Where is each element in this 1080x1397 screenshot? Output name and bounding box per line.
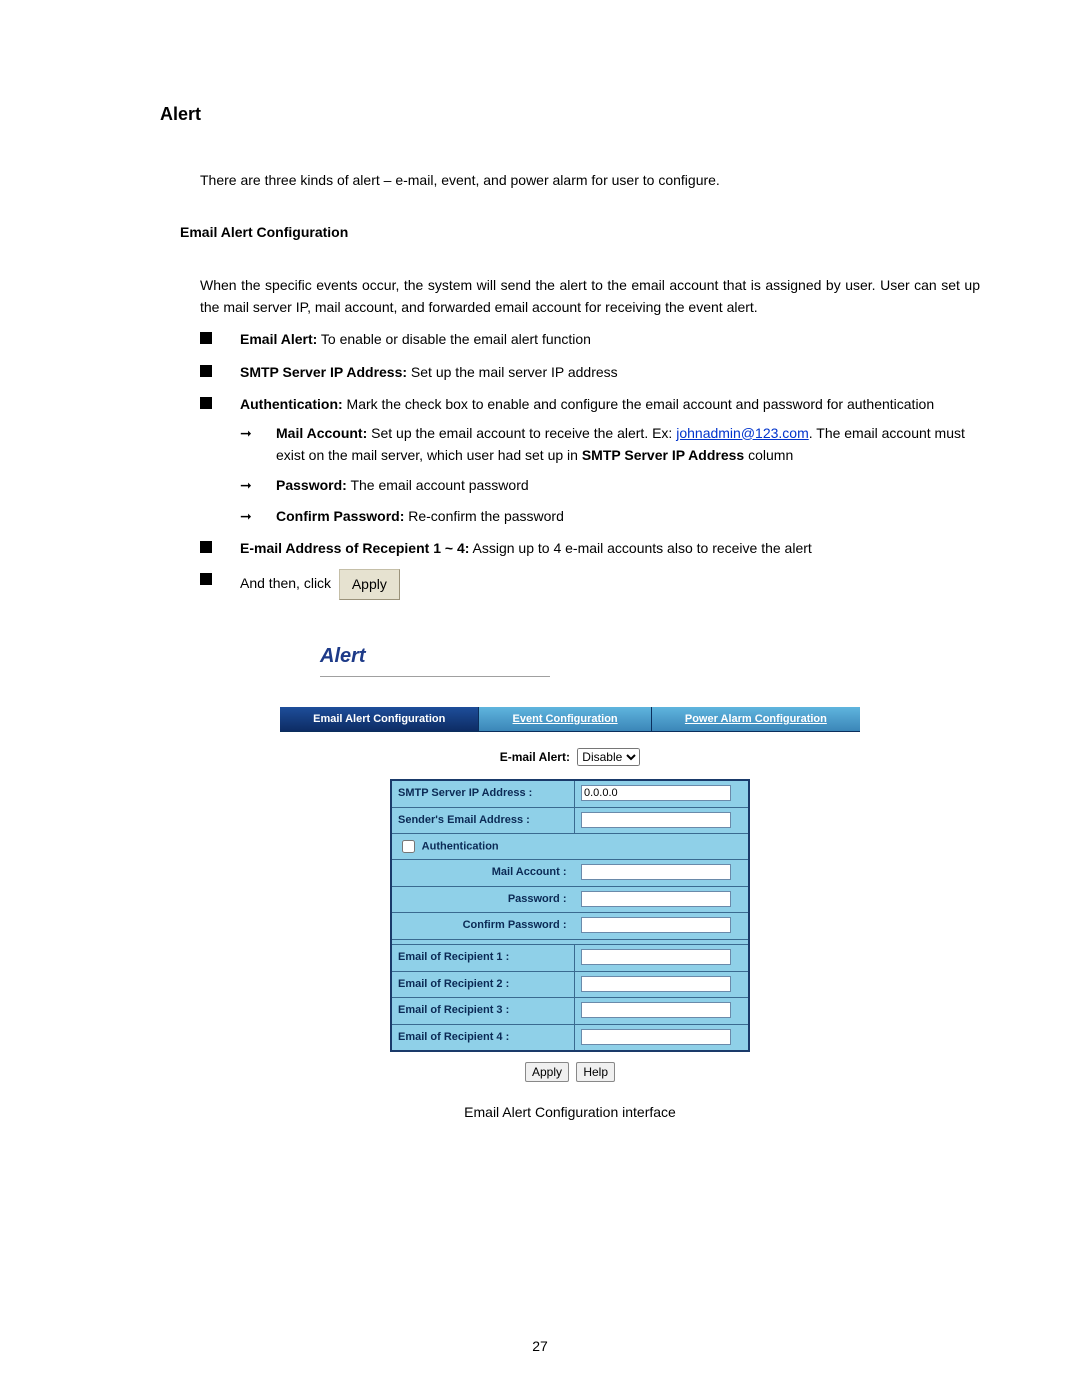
list-item: Confirm Password: Re-confirm the passwor… — [240, 505, 980, 527]
list-item: E-mail Address of Recepient 1 ~ 4: Assig… — [200, 537, 980, 559]
apply-pill: Apply — [339, 569, 400, 599]
confirm-password-input[interactable] — [581, 917, 731, 933]
recipient4-label: Email of Recipient 4 : — [391, 1024, 575, 1051]
arrow-label: Password: — [276, 477, 347, 493]
list-item: SMTP Server IP Address: Set up the mail … — [200, 361, 980, 383]
bullet-label: Authentication: — [240, 396, 343, 412]
email-alert-select[interactable]: Disable — [577, 748, 640, 766]
subsection-heading: Email Alert Configuration — [180, 221, 980, 243]
page-heading: Alert — [160, 100, 980, 129]
mail-account-input[interactable] — [581, 864, 731, 880]
page-number: 27 — [0, 1335, 1080, 1357]
tab-event-config[interactable]: Event Configuration — [478, 707, 650, 731]
example-email-link[interactable]: johnadmin@123.com — [676, 425, 809, 441]
table-row: Email of Recipient 1 : — [391, 945, 749, 972]
email-alert-label: E-mail Alert: — [500, 750, 570, 764]
body-text: When the specific events occur, the syst… — [200, 274, 980, 319]
recipient3-cell — [575, 998, 750, 1025]
recipient1-input[interactable] — [581, 949, 731, 965]
auth-label: Authentication — [422, 841, 499, 853]
table-row: Confirm Password : — [391, 913, 749, 940]
arrow-text: Re-confirm the password — [404, 508, 564, 524]
auth-header-cell: Authentication — [391, 834, 749, 860]
recipient4-cell — [575, 1024, 750, 1051]
password-label: Password : — [391, 886, 575, 913]
screenshot-panel: Alert Email Alert Configuration Event Co… — [280, 640, 860, 1083]
smtp-input[interactable] — [581, 785, 731, 801]
list-item: Mail Account: Set up the email account t… — [240, 422, 980, 467]
bullet-label: SMTP Server IP Address: — [240, 364, 407, 380]
auth-checkbox[interactable] — [402, 840, 415, 853]
table-row: Mail Account : — [391, 860, 749, 887]
arrow-list: Mail Account: Set up the email account t… — [240, 422, 980, 528]
bullet-list: Email Alert: To enable or disable the em… — [200, 328, 980, 600]
arrow-label: Confirm Password: — [276, 508, 404, 524]
bullet-text: To enable or disable the email alert fun… — [317, 331, 591, 347]
tab-power-alarm[interactable]: Power Alarm Configuration — [651, 707, 860, 731]
recipient3-input[interactable] — [581, 1002, 731, 1018]
figure-caption: Email Alert Configuration interface — [160, 1101, 980, 1123]
panel-title: Alert — [320, 640, 550, 677]
smtp-cell — [575, 780, 750, 807]
list-item: Password: The email account password — [240, 474, 980, 496]
bullet-label: Email Alert: — [240, 331, 317, 347]
recipient2-input[interactable] — [581, 976, 731, 992]
arrow-label: Mail Account: — [276, 425, 367, 441]
sender-input[interactable] — [581, 812, 731, 828]
apply-button[interactable]: Apply — [525, 1062, 569, 1082]
list-item: And then, click Apply — [200, 569, 980, 599]
table-row: Sender's Email Address : — [391, 807, 749, 834]
config-form-table: SMTP Server IP Address : Sender's Email … — [390, 779, 750, 1052]
bullet-text: Assign up to 4 e-mail accounts also to r… — [469, 540, 811, 556]
bullet-text: Mark the check box to enable and configu… — [343, 396, 934, 412]
table-row: Email of Recipient 2 : — [391, 971, 749, 998]
list-item: Email Alert: To enable or disable the em… — [200, 328, 980, 350]
inline-bold: SMTP Server IP Address — [582, 447, 744, 463]
recipient1-cell — [575, 945, 750, 972]
list-item: Authentication: Mark the check box to en… — [200, 393, 980, 527]
recipient1-label: Email of Recipient 1 : — [391, 945, 575, 972]
sender-label: Sender's Email Address : — [391, 807, 575, 834]
table-row: Password : — [391, 886, 749, 913]
arrow-text: The email account password — [347, 477, 529, 493]
help-button[interactable]: Help — [576, 1062, 615, 1082]
password-cell — [575, 886, 750, 913]
password-input[interactable] — [581, 891, 731, 907]
recipient3-label: Email of Recipient 3 : — [391, 998, 575, 1025]
table-row: Email of Recipient 3 : — [391, 998, 749, 1025]
recipient2-label: Email of Recipient 2 : — [391, 971, 575, 998]
smtp-label: SMTP Server IP Address : — [391, 780, 575, 807]
intro-text: There are three kinds of alert – e-mail,… — [200, 169, 980, 191]
sender-cell — [575, 807, 750, 834]
table-row: Authentication — [391, 834, 749, 860]
table-row: Email of Recipient 4 : — [391, 1024, 749, 1051]
arrow-text: column — [744, 447, 793, 463]
table-row: SMTP Server IP Address : — [391, 780, 749, 807]
recipient4-input[interactable] — [581, 1029, 731, 1045]
confirm-password-cell — [575, 913, 750, 940]
tab-bar: Email Alert Configuration Event Configur… — [280, 707, 860, 732]
confirm-password-label: Confirm Password : — [391, 913, 575, 940]
bullet-text: And then, click — [240, 575, 331, 591]
mail-account-label: Mail Account : — [391, 860, 575, 887]
bullet-text: Set up the mail server IP address — [407, 364, 618, 380]
mail-account-cell — [575, 860, 750, 887]
recipient2-cell — [575, 971, 750, 998]
bullet-label: E-mail Address of Recepient 1 ~ 4: — [240, 540, 469, 556]
tab-email-alert[interactable]: Email Alert Configuration — [280, 707, 478, 731]
button-row: Apply Help — [280, 1052, 860, 1082]
email-alert-row: E-mail Alert: Disable — [280, 732, 860, 779]
arrow-text: Set up the email account to receive the … — [367, 425, 676, 441]
document-page: Alert There are three kinds of alert – e… — [0, 0, 1080, 1397]
